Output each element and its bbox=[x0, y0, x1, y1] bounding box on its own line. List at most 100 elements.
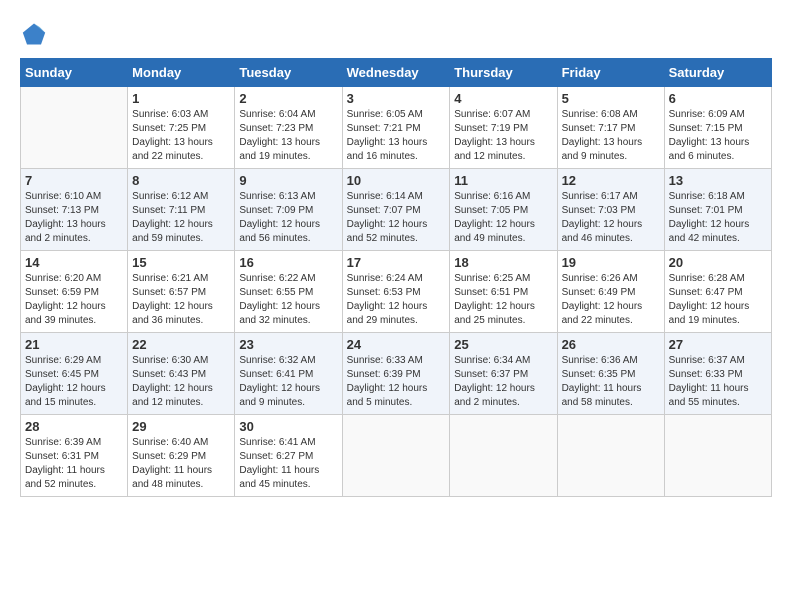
day-info: Sunrise: 6:34 AMSunset: 6:37 PMDaylight:… bbox=[454, 354, 552, 410]
calendar-cell-w0-d6: 6 Sunrise: 6:09 AMSunset: 7:15 PMDaylight… bbox=[664, 87, 771, 169]
day-number: 30 bbox=[239, 419, 337, 434]
day-number: 20 bbox=[669, 255, 767, 270]
day-info: Sunrise: 6:33 AMSunset: 6:39 PMDaylight:… bbox=[347, 354, 446, 410]
day-number: 21 bbox=[25, 337, 123, 352]
calendar-cell-w4-d3 bbox=[342, 415, 450, 497]
calendar-cell-w4-d5 bbox=[557, 415, 664, 497]
day-number: 2 bbox=[239, 91, 337, 106]
day-number: 23 bbox=[239, 337, 337, 352]
day-info: Sunrise: 6:17 AMSunset: 7:03 PMDaylight:… bbox=[562, 190, 660, 246]
calendar-cell-w2-d1: 15 Sunrise: 6:21 AMSunset: 6:57 PMDayligh… bbox=[128, 251, 235, 333]
calendar-cell-w0-d1: 1 Sunrise: 6:03 AMSunset: 7:25 PMDaylight… bbox=[128, 87, 235, 169]
calendar-cell-w1-d0: 7Sunrise: 6:10 AMSunset: 7:13 PMDaylight… bbox=[21, 169, 128, 251]
day-info: Sunrise: 6:18 AMSunset: 7:01 PMDaylight:… bbox=[669, 190, 767, 246]
day-info: Sunrise: 6:16 AMSunset: 7:05 PMDaylight:… bbox=[454, 190, 552, 246]
calendar-cell-w4-d0: 28 Sunrise: 6:39 AMSunset: 6:31 PMDayligh… bbox=[21, 415, 128, 497]
day-info: Sunrise: 6:13 AMSunset: 7:09 PMDaylight:… bbox=[239, 190, 337, 246]
day-number: 24 bbox=[347, 337, 446, 352]
day-number: 6 bbox=[669, 91, 767, 106]
day-info: Sunrise: 6:30 AMSunset: 6:43 PMDaylight:… bbox=[132, 354, 230, 410]
col-header-tuesday: Tuesday bbox=[235, 59, 342, 87]
col-header-monday: Monday bbox=[128, 59, 235, 87]
calendar-cell-w0-d2: 2Sunrise: 6:04 AMSunset: 7:23 PMDaylight… bbox=[235, 87, 342, 169]
calendar-cell-w3-d6: 27 Sunrise: 6:37 AMSunset: 6:33 PMDayligh… bbox=[664, 333, 771, 415]
day-info: Sunrise: 6:05 AMSunset: 7:21 PMDaylight:… bbox=[347, 108, 446, 164]
col-header-wednesday: Wednesday bbox=[342, 59, 450, 87]
col-header-friday: Friday bbox=[557, 59, 664, 87]
day-info: Sunrise: 6:08 AMSunset: 7:17 PMDaylight:… bbox=[562, 108, 660, 164]
day-info: Sunrise: 6:25 AMSunset: 6:51 PMDaylight:… bbox=[454, 272, 552, 328]
day-info: Sunrise: 6:28 AMSunset: 6:47 PMDaylight:… bbox=[669, 272, 767, 328]
day-number: 10 bbox=[347, 173, 446, 188]
calendar-cell-w3-d5: 26 Sunrise: 6:36 AMSunset: 6:35 PMDayligh… bbox=[557, 333, 664, 415]
day-info: Sunrise: 6:29 AMSunset: 6:45 PMDaylight:… bbox=[25, 354, 123, 410]
day-info: Sunrise: 6:24 AMSunset: 6:53 PMDaylight:… bbox=[347, 272, 446, 328]
calendar-cell-w2-d2: 16 Sunrise: 6:22 AMSunset: 6:55 PMDayligh… bbox=[235, 251, 342, 333]
calendar-cell-w3-d3: 24 Sunrise: 6:33 AMSunset: 6:39 PMDayligh… bbox=[342, 333, 450, 415]
day-number: 12 bbox=[562, 173, 660, 188]
calendar-table: SundayMondayTuesdayWednesdayThursdayFrid… bbox=[20, 58, 772, 497]
calendar-cell-w4-d2: 30 Sunrise: 6:41 AMSunset: 6:27 PMDayligh… bbox=[235, 415, 342, 497]
day-number: 9 bbox=[239, 173, 337, 188]
day-number: 8 bbox=[132, 173, 230, 188]
day-info: Sunrise: 6:07 AMSunset: 7:19 PMDaylight:… bbox=[454, 108, 552, 164]
day-number: 28 bbox=[25, 419, 123, 434]
day-info: Sunrise: 6:37 AMSunset: 6:33 PMDaylight:… bbox=[669, 354, 767, 410]
day-info: Sunrise: 6:40 AMSunset: 6:29 PMDaylight:… bbox=[132, 436, 230, 492]
day-number: 13 bbox=[669, 173, 767, 188]
day-info: Sunrise: 6:14 AMSunset: 7:07 PMDaylight:… bbox=[347, 190, 446, 246]
calendar-cell-w4-d6 bbox=[664, 415, 771, 497]
calendar-cell-w1-d2: 9 Sunrise: 6:13 AMSunset: 7:09 PMDaylight… bbox=[235, 169, 342, 251]
day-number: 14 bbox=[25, 255, 123, 270]
calendar-cell-w1-d5: 12 Sunrise: 6:17 AMSunset: 7:03 PMDayligh… bbox=[557, 169, 664, 251]
day-info: Sunrise: 6:26 AMSunset: 6:49 PMDaylight:… bbox=[562, 272, 660, 328]
day-number: 1 bbox=[132, 91, 230, 106]
day-info: Sunrise: 6:41 AMSunset: 6:27 PMDaylight:… bbox=[239, 436, 337, 492]
day-info: Sunrise: 6:39 AMSunset: 6:31 PMDaylight:… bbox=[25, 436, 123, 492]
day-info: Sunrise: 6:36 AMSunset: 6:35 PMDaylight:… bbox=[562, 354, 660, 410]
day-number: 19 bbox=[562, 255, 660, 270]
calendar-cell-w1-d4: 11 Sunrise: 6:16 AMSunset: 7:05 PMDayligh… bbox=[450, 169, 557, 251]
day-number: 16 bbox=[239, 255, 337, 270]
col-header-sunday: Sunday bbox=[21, 59, 128, 87]
calendar-cell-w2-d0: 14 Sunrise: 6:20 AMSunset: 6:59 PMDayligh… bbox=[21, 251, 128, 333]
day-number: 11 bbox=[454, 173, 552, 188]
calendar-cell-w4-d4 bbox=[450, 415, 557, 497]
day-info: Sunrise: 6:20 AMSunset: 6:59 PMDaylight:… bbox=[25, 272, 123, 328]
day-info: Sunrise: 6:22 AMSunset: 6:55 PMDaylight:… bbox=[239, 272, 337, 328]
day-number: 15 bbox=[132, 255, 230, 270]
calendar-cell-w2-d6: 20 Sunrise: 6:28 AMSunset: 6:47 PMDayligh… bbox=[664, 251, 771, 333]
day-number: 5 bbox=[562, 91, 660, 106]
day-info: Sunrise: 6:21 AMSunset: 6:57 PMDaylight:… bbox=[132, 272, 230, 328]
day-info: Sunrise: 6:03 AMSunset: 7:25 PMDaylight:… bbox=[132, 108, 230, 164]
col-header-saturday: Saturday bbox=[664, 59, 771, 87]
day-number: 3 bbox=[347, 91, 446, 106]
calendar-cell-w0-d3: 3 Sunrise: 6:05 AMSunset: 7:21 PMDaylight… bbox=[342, 87, 450, 169]
day-number: 26 bbox=[562, 337, 660, 352]
day-number: 17 bbox=[347, 255, 446, 270]
day-info: Sunrise: 6:10 AMSunset: 7:13 PMDaylight:… bbox=[25, 190, 123, 246]
calendar-cell-w1-d1: 8 Sunrise: 6:12 AMSunset: 7:11 PMDaylight… bbox=[128, 169, 235, 251]
calendar-cell-w3-d2: 23 Sunrise: 6:32 AMSunset: 6:41 PMDayligh… bbox=[235, 333, 342, 415]
col-header-thursday: Thursday bbox=[450, 59, 557, 87]
day-number: 22 bbox=[132, 337, 230, 352]
calendar-cell-w0-d4: 4 Sunrise: 6:07 AMSunset: 7:19 PMDaylight… bbox=[450, 87, 557, 169]
day-number: 29 bbox=[132, 419, 230, 434]
calendar-cell-w3-d0: 21 Sunrise: 6:29 AMSunset: 6:45 PMDayligh… bbox=[21, 333, 128, 415]
calendar-cell-w2-d3: 17 Sunrise: 6:24 AMSunset: 6:53 PMDayligh… bbox=[342, 251, 450, 333]
calendar-cell-w3-d4: 25Sunrise: 6:34 AMSunset: 6:37 PMDayligh… bbox=[450, 333, 557, 415]
page-header bbox=[20, 20, 772, 48]
calendar-cell-w3-d1: 22 Sunrise: 6:30 AMSunset: 6:43 PMDayligh… bbox=[128, 333, 235, 415]
calendar-cell-w0-d0 bbox=[21, 87, 128, 169]
calendar-cell-w2-d4: 18 Sunrise: 6:25 AMSunset: 6:51 PMDayligh… bbox=[450, 251, 557, 333]
day-info: Sunrise: 6:09 AMSunset: 7:15 PMDaylight:… bbox=[669, 108, 767, 164]
calendar-cell-w1-d3: 10 Sunrise: 6:14 AMSunset: 7:07 PMDayligh… bbox=[342, 169, 450, 251]
day-info: Sunrise: 6:32 AMSunset: 6:41 PMDaylight:… bbox=[239, 354, 337, 410]
logo-icon bbox=[20, 20, 48, 48]
day-number: 4 bbox=[454, 91, 552, 106]
day-info: Sunrise: 6:12 AMSunset: 7:11 PMDaylight:… bbox=[132, 190, 230, 246]
day-number: 18 bbox=[454, 255, 552, 270]
calendar-cell-w1-d6: 13 Sunrise: 6:18 AMSunset: 7:01 PMDayligh… bbox=[664, 169, 771, 251]
calendar-cell-w4-d1: 29 Sunrise: 6:40 AMSunset: 6:29 PMDayligh… bbox=[128, 415, 235, 497]
day-number: 27 bbox=[669, 337, 767, 352]
